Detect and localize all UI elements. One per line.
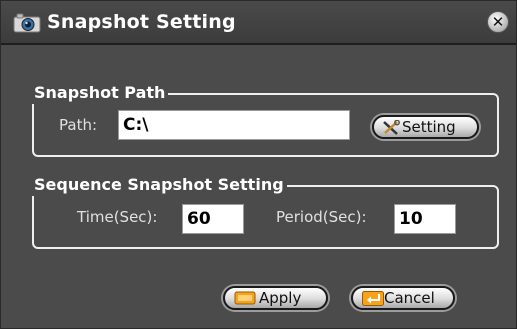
window-title: Snapshot Setting — [47, 11, 236, 33]
apply-button[interactable]: Apply — [223, 286, 328, 310]
cancel-button-label: Cancel — [384, 289, 435, 307]
period-label: Period(Sec): — [276, 208, 367, 226]
sequence-snapshot-group: Sequence Snapshot Setting Time(Sec): 60 … — [32, 174, 499, 249]
setting-button[interactable]: Setting — [372, 115, 479, 139]
time-label: Time(Sec): — [77, 208, 158, 226]
snapshot-setting-dialog: Snapshot Setting ✕ Snapshot Path Path: C… — [0, 0, 517, 329]
apply-button-label: Apply — [259, 289, 302, 307]
cancel-button[interactable]: Cancel — [351, 286, 455, 310]
time-input[interactable]: 60 — [182, 204, 244, 234]
apply-icon — [234, 291, 256, 305]
snapshot-path-group: Snapshot Path Path: C:\ Setting — [32, 82, 499, 157]
close-button[interactable]: ✕ — [487, 11, 509, 33]
setting-button-label: Setting — [402, 118, 456, 136]
tools-icon — [383, 120, 400, 135]
title-bar[interactable]: Snapshot Setting ✕ — [1, 1, 516, 45]
close-icon: ✕ — [491, 13, 505, 31]
path-label: Path: — [59, 116, 98, 134]
path-input[interactable]: C:\ — [118, 110, 350, 140]
return-arrow-icon — [362, 291, 384, 306]
sequence-snapshot-legend: Sequence Snapshot Setting — [32, 174, 287, 196]
period-input[interactable]: 10 — [394, 204, 456, 234]
snapshot-path-legend: Snapshot Path — [32, 82, 169, 104]
camera-icon — [13, 13, 41, 33]
